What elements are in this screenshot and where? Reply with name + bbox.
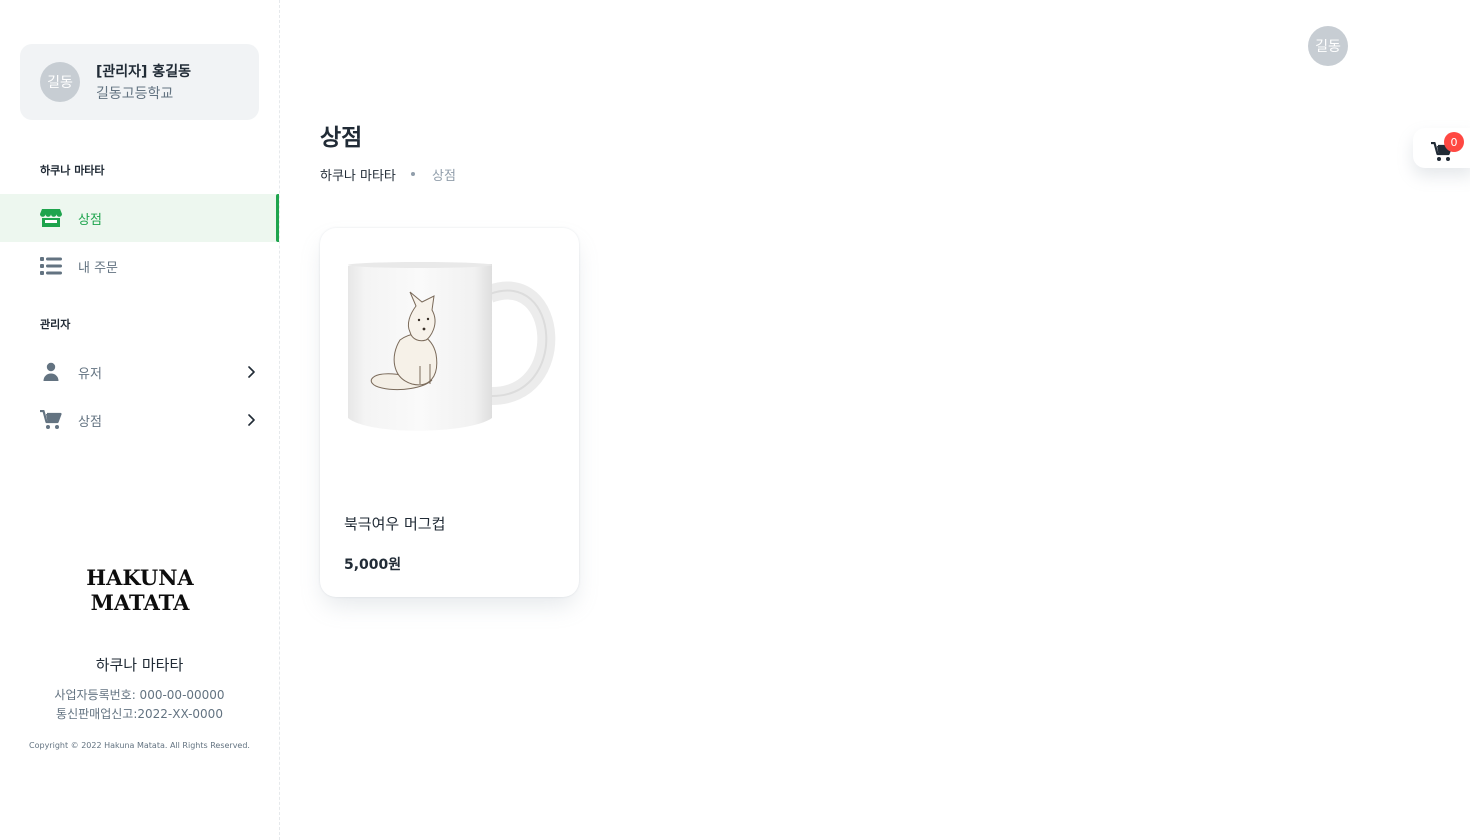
telecom-sales-registration: 통신판매업신고:2022-XX-0000 bbox=[56, 707, 223, 721]
sidebar-item-label: 상점 bbox=[78, 415, 102, 430]
nav-section-title-shop: 하쿠나 마타타 bbox=[40, 164, 105, 177]
company-registration: 사업자등록번호: 000-00-00000 통신판매업신고:2022-XX-00… bbox=[0, 686, 279, 724]
store-icon bbox=[40, 209, 62, 227]
chevron-right-icon bbox=[248, 366, 255, 378]
nav-section-title-admin: 관리자 bbox=[40, 318, 71, 331]
sidebar-item-shop[interactable]: 상점 bbox=[0, 194, 279, 242]
copyright: Copyright © 2022 Hakuna Matata. All Righ… bbox=[29, 741, 250, 750]
sidebar-item-label: 내 주문 bbox=[78, 261, 119, 276]
list-icon bbox=[40, 257, 62, 275]
header-avatar[interactable]: 길동 bbox=[1308, 26, 1348, 66]
logo-line-2: MATATA bbox=[90, 590, 190, 615]
product-name[interactable]: 북극여우 머그컵 bbox=[344, 513, 445, 534]
account-school: 길동고등학교 bbox=[96, 86, 174, 102]
user-icon bbox=[43, 362, 59, 381]
account-name: [관리자] 홍길동 bbox=[96, 64, 191, 80]
cart-count-badge: 0 bbox=[1444, 132, 1464, 152]
hakuna-matata-logo: HAKUNA MATATA bbox=[70, 565, 210, 615]
product-price: 5,000원 bbox=[344, 557, 402, 573]
breadcrumb-separator bbox=[411, 172, 415, 176]
logo-line-1: HAKUNA bbox=[86, 565, 194, 590]
company-name: 하쿠나 마타타 bbox=[95, 656, 184, 674]
breadcrumb-home[interactable]: 하쿠나 마타타 bbox=[320, 165, 396, 184]
sidebar-item-label: 유저 bbox=[78, 367, 102, 382]
business-registration-number: 사업자등록번호: 000-00-00000 bbox=[54, 688, 225, 702]
sidebar: 길동 [관리자] 홍길동 길동고등학교 하쿠나 마타타 상점 내 주문 관리자 … bbox=[0, 0, 280, 840]
product-image bbox=[348, 262, 556, 431]
chevron-right-icon bbox=[248, 414, 255, 426]
sidebar-item-label: 상점 bbox=[78, 213, 102, 228]
cart-icon bbox=[40, 410, 62, 429]
sidebar-item-shop-admin[interactable]: 상점 bbox=[0, 396, 279, 444]
account-card[interactable]: 길동 [관리자] 홍길동 길동고등학교 bbox=[20, 44, 259, 120]
breadcrumb-current: 상점 bbox=[432, 169, 456, 184]
sidebar-item-my-orders[interactable]: 내 주문 bbox=[0, 242, 279, 290]
product-card[interactable]: 북극여우 머그컵 5,000원 bbox=[320, 228, 579, 597]
main-content: 길동 상점 하쿠나 마타타 상점 북극여우 머그컵 5,000원 bbox=[280, 0, 1470, 840]
avatar: 길동 bbox=[40, 62, 80, 102]
sidebar-item-users[interactable]: 유저 bbox=[0, 348, 279, 396]
page-title: 상점 bbox=[320, 125, 363, 151]
